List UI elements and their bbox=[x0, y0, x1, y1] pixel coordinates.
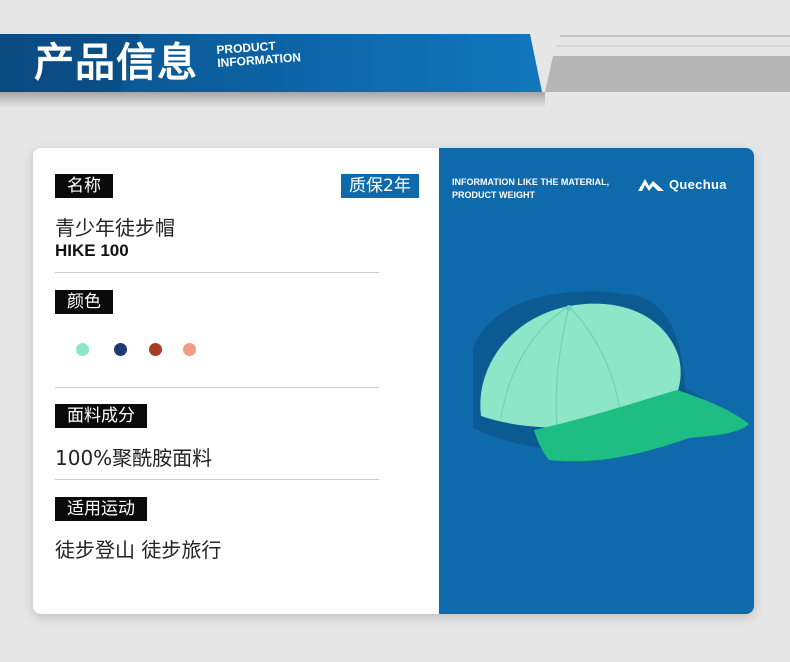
product-name: 青少年徒步帽 bbox=[55, 216, 175, 240]
panel-info-text: INFORMATION LIKE THE MATERIAL, PRODUCT W… bbox=[452, 176, 609, 202]
material-label: 面料成分 bbox=[55, 404, 147, 428]
material-value: 100%聚酰胺面料 bbox=[55, 446, 213, 470]
brand-name: Quechua bbox=[669, 176, 727, 192]
info-line2: PRODUCT WEIGHT bbox=[452, 190, 535, 200]
product-details: 名称 质保2年 青少年徒步帽 HIKE 100 颜色 面料成分 100%聚酰胺面… bbox=[33, 148, 439, 614]
product-card: 名称 质保2年 青少年徒步帽 HIKE 100 颜色 面料成分 100%聚酰胺面… bbox=[33, 148, 754, 614]
usage-value: 徒步登山 徒步旅行 bbox=[55, 538, 222, 562]
divider bbox=[55, 272, 379, 273]
header-banner: 产品信息 PRODUCT INFORMATION bbox=[0, 0, 790, 130]
divider bbox=[55, 479, 379, 480]
color-swatch-coral[interactable] bbox=[183, 343, 196, 356]
name-label: 名称 bbox=[55, 174, 113, 198]
brand-logo: Quechua bbox=[638, 176, 727, 192]
quechua-mountain-icon bbox=[638, 179, 664, 191]
product-image-panel: INFORMATION LIKE THE MATERIAL, PRODUCT W… bbox=[439, 148, 754, 614]
divider bbox=[55, 387, 379, 388]
color-swatch-navy[interactable] bbox=[114, 343, 127, 356]
warranty-badge: 质保2年 bbox=[341, 174, 419, 198]
color-label: 颜色 bbox=[55, 290, 113, 314]
info-line1: INFORMATION LIKE THE MATERIAL, bbox=[452, 177, 610, 187]
color-swatch-mint[interactable] bbox=[76, 343, 89, 356]
usage-label: 适用运动 bbox=[55, 497, 147, 521]
cap-image bbox=[473, 291, 749, 462]
color-swatch-rust[interactable] bbox=[149, 343, 162, 356]
product-model: HIKE 100 bbox=[55, 241, 129, 260]
page-title: 产品信息 bbox=[34, 40, 198, 86]
cap-button bbox=[566, 305, 572, 311]
